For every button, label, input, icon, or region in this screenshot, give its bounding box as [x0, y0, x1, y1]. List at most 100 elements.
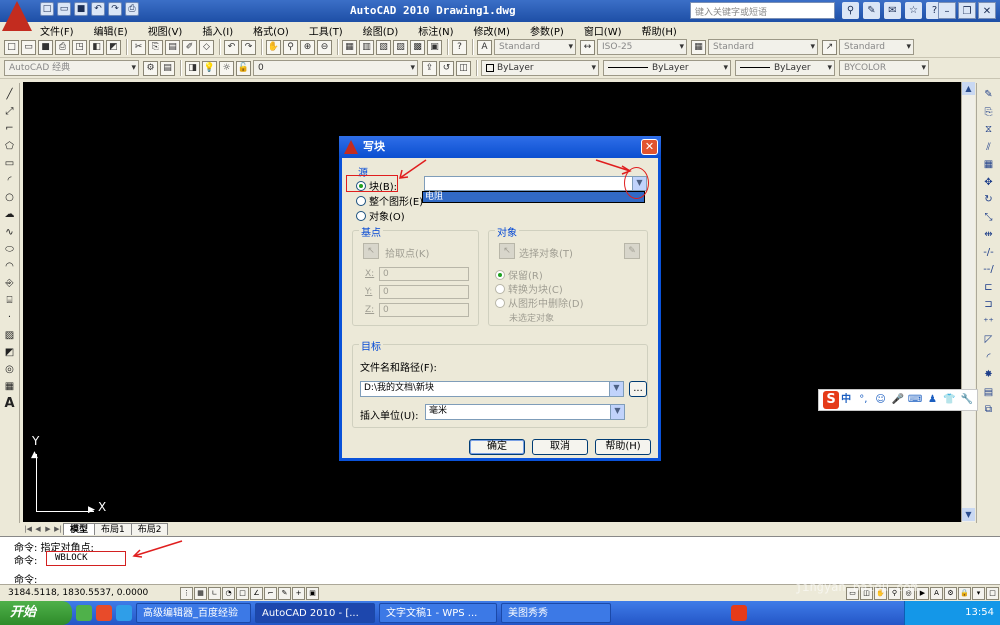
grid-display-icon[interactable]: ▦: [194, 586, 207, 600]
block-name-dropdown[interactable]: ▼: [424, 176, 647, 191]
draw-order-icon[interactable]: ⧉: [981, 402, 997, 418]
menu-file[interactable]: 文件(F): [30, 23, 84, 38]
dialog-close-button[interactable]: ✕: [641, 139, 658, 155]
menu-dimension[interactable]: 标注(N): [408, 23, 463, 38]
quickcalc-icon[interactable]: ▣: [427, 39, 442, 55]
polyline-icon[interactable]: ⌐: [2, 121, 17, 136]
chamfer-icon[interactable]: ◸: [981, 332, 997, 348]
revision-cloud-icon[interactable]: ☁: [2, 207, 17, 222]
sogou-ime-tray-icon[interactable]: [731, 605, 747, 621]
pick-point-icon[interactable]: ↖: [363, 243, 379, 259]
text-style-select[interactable]: Standard: [494, 39, 576, 55]
print-icon[interactable]: ⎙: [55, 39, 70, 55]
start-button[interactable]: 开始: [0, 601, 72, 625]
block-editor-icon[interactable]: ◇: [199, 39, 214, 55]
menu-format[interactable]: 格式(O): [243, 23, 299, 38]
menu-modify[interactable]: 修改(M): [464, 23, 520, 38]
help-search-input[interactable]: 键入关键字或短语: [690, 2, 835, 19]
plot-icon[interactable]: ⎙: [125, 2, 139, 16]
keyboard-icon[interactable]: ⌨: [908, 392, 922, 408]
new-file-icon[interactable]: □: [40, 2, 54, 16]
ok-button[interactable]: 确定: [469, 439, 525, 455]
radio-retain[interactable]: 保留(R): [495, 267, 543, 282]
voice-icon[interactable]: 🎤: [891, 392, 905, 408]
quicklaunch-app-icon[interactable]: [96, 605, 112, 621]
match-properties-icon[interactable]: ✐: [182, 39, 197, 55]
move-icon[interactable]: ✥: [981, 175, 997, 191]
autocad-logo-icon[interactable]: [2, 1, 32, 31]
polar-tracking-icon[interactable]: ◔: [222, 586, 235, 600]
design-center-icon[interactable]: ▥: [359, 39, 374, 55]
radio-delete[interactable]: 从图形中删除(D): [495, 295, 584, 310]
radio-retain-indicator[interactable]: [495, 269, 505, 280]
menu-help[interactable]: 帮助(H): [632, 23, 687, 38]
arc-icon[interactable]: ◜: [2, 173, 17, 188]
skin-icon[interactable]: 👕: [943, 392, 957, 408]
workspace-select[interactable]: AutoCAD 经典: [4, 60, 139, 76]
save-file-icon[interactable]: ■: [38, 39, 53, 55]
mirror-icon[interactable]: ⧖: [981, 122, 997, 138]
save-icon[interactable]: ■: [74, 2, 88, 16]
ducs-icon[interactable]: ⌐: [264, 586, 277, 600]
zoom-window-icon[interactable]: ⊕: [300, 39, 315, 55]
scroll-down-arrow-icon[interactable]: ▼: [962, 508, 975, 521]
ellipse-arc-icon[interactable]: ◠: [2, 259, 17, 274]
dim-style-select[interactable]: ISO-25: [597, 39, 687, 55]
break-at-point-icon[interactable]: ⊏: [981, 280, 997, 296]
stretch-icon[interactable]: ⇹: [981, 227, 997, 243]
first-tab-arrow-icon[interactable]: |◀: [23, 524, 33, 535]
insert-block-icon[interactable]: ⎆: [2, 276, 17, 291]
sheet-set-icon[interactable]: ▨: [393, 39, 408, 55]
task-wps[interactable]: 文字文稿1 - WPS ...: [379, 603, 497, 623]
copy-icon[interactable]: ⎘: [148, 39, 163, 55]
vertical-scrollbar[interactable]: ▲ ▼: [961, 82, 975, 522]
linetype-select[interactable]: ByLayer: [603, 60, 731, 76]
lineweight-toggle-icon[interactable]: +: [292, 586, 305, 600]
punctuation-icon[interactable]: °,: [856, 392, 870, 408]
prev-tab-arrow-icon[interactable]: ◀: [33, 524, 43, 535]
layer-states-icon[interactable]: ◨: [185, 60, 200, 76]
erase-icon[interactable]: ✎: [981, 87, 997, 103]
select-objects-icon[interactable]: ↖: [499, 243, 515, 259]
make-current-layer-icon[interactable]: ⇪: [422, 60, 437, 76]
redo-icon[interactable]: ↷: [108, 2, 122, 16]
menu-insert[interactable]: 插入(I): [192, 23, 243, 38]
snap-mode-icon[interactable]: ⋮: [180, 586, 193, 600]
communication-icon[interactable]: ✉: [884, 2, 901, 19]
break-icon[interactable]: ⊐: [981, 297, 997, 313]
point-icon[interactable]: ·: [2, 310, 17, 325]
dynamic-input-icon[interactable]: ✎: [278, 586, 291, 600]
close-window-button[interactable]: ✕: [978, 2, 996, 19]
task-autocad[interactable]: AutoCAD 2010 - [...: [255, 603, 375, 623]
radio-delete-indicator[interactable]: [495, 297, 505, 308]
join-icon[interactable]: ⁺⁺: [981, 315, 997, 331]
quicklaunch-ie-icon[interactable]: [116, 605, 132, 621]
gradient-icon[interactable]: ◩: [2, 345, 17, 360]
rectangle-icon[interactable]: ▭: [2, 156, 17, 171]
3d-dwf-icon[interactable]: ◩: [106, 39, 121, 55]
radio-objects-indicator[interactable]: [356, 210, 366, 221]
lineweight-select[interactable]: ByLayer: [735, 60, 835, 76]
table-icon[interactable]: ▦: [2, 379, 17, 394]
ime-mode[interactable]: 中: [839, 392, 853, 408]
open-icon[interactable]: ▭: [21, 39, 36, 55]
radio-entire-indicator[interactable]: [356, 195, 366, 206]
offset-icon[interactable]: ⫽: [981, 140, 997, 156]
layer-freeze-icon[interactable]: ☼: [219, 60, 234, 76]
filename-combo[interactable]: D:\我的文档\新块 ▼: [360, 381, 624, 397]
help-button[interactable]: 帮助(H): [595, 439, 651, 455]
workspace-settings-icon[interactable]: ⚙: [143, 60, 158, 76]
binoculars-icon[interactable]: ⚲: [842, 2, 859, 19]
tab-layout1[interactable]: 布局1: [94, 523, 132, 535]
make-block-icon[interactable]: ⌸: [2, 293, 17, 308]
tool-palettes-icon[interactable]: ▧: [376, 39, 391, 55]
filename-dropdown-arrow-icon[interactable]: ▼: [609, 382, 623, 396]
tools-icon[interactable]: 🔧: [960, 392, 974, 408]
units-dropdown-arrow-icon[interactable]: ▼: [610, 405, 624, 419]
basepoint-y-field[interactable]: 0: [379, 285, 469, 299]
region-icon[interactable]: ◎: [2, 362, 17, 377]
redo-tool-icon[interactable]: ↷: [241, 39, 256, 55]
basepoint-x-field[interactable]: 0: [379, 267, 469, 281]
properties-icon[interactable]: ▦: [342, 39, 357, 55]
otrack-icon[interactable]: ∠: [250, 586, 263, 600]
